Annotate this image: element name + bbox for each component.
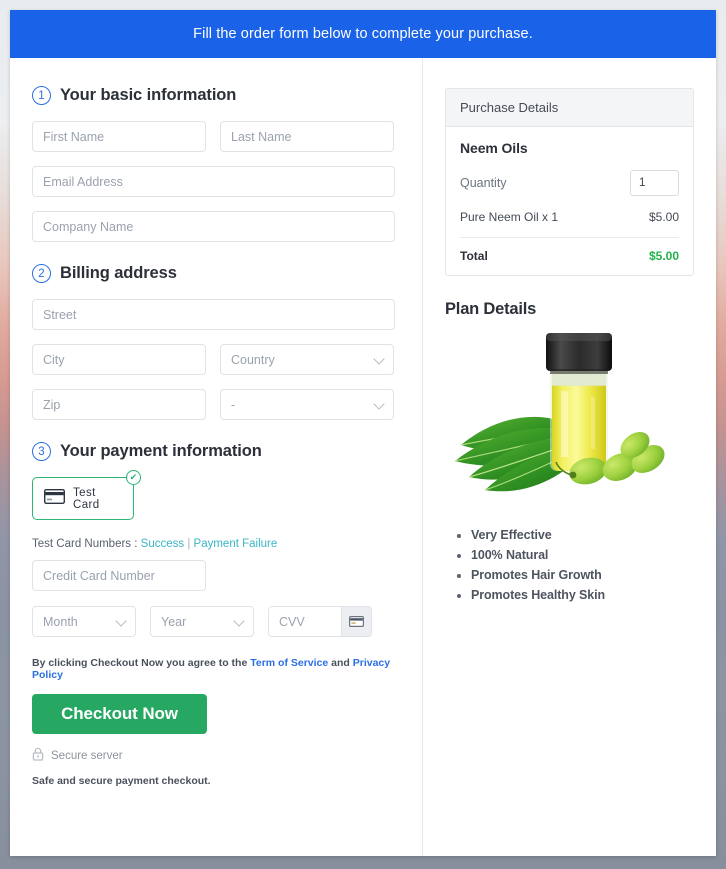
city-country-row	[32, 344, 400, 375]
terms-conjunction: and	[331, 657, 350, 669]
line-item-row: Pure Neem Oil x 1 $5.00	[460, 210, 679, 238]
country-select[interactable]	[220, 344, 394, 375]
product-image	[445, 325, 694, 510]
state-select[interactable]	[220, 389, 394, 420]
section-title-basic-information: Your basic information	[60, 86, 237, 104]
test-card-label: Test Card	[73, 486, 100, 511]
month-select-wrap	[32, 606, 136, 637]
section-header-payment-information: 3 Your payment information	[32, 442, 400, 461]
email-input[interactable]	[32, 166, 395, 197]
purchase-details-panel: Purchase Details Neem Oils Quantity Pure…	[445, 88, 694, 276]
first-name-input[interactable]	[32, 121, 206, 152]
street-row	[32, 299, 400, 330]
purchase-details-body: Neem Oils Quantity Pure Neem Oil x 1 $5.…	[446, 127, 693, 275]
street-input[interactable]	[32, 299, 395, 330]
payment-failure-test-card-link[interactable]: Payment Failure	[194, 538, 278, 550]
product-name: Neem Oils	[460, 140, 528, 156]
list-item: 100% Natural	[471, 548, 694, 562]
test-card-option-wrap: Test Card ✔	[32, 470, 141, 520]
year-select-wrap	[150, 606, 254, 637]
card-back-icon	[341, 607, 371, 636]
company-input[interactable]	[32, 211, 395, 242]
section-header-billing-address: 2 Billing address	[32, 264, 400, 283]
quantity-row: Quantity	[460, 170, 679, 196]
test-card-option[interactable]: Test Card	[32, 477, 134, 520]
company-row	[32, 211, 400, 242]
safe-checkout-note: Safe and secure payment checkout.	[32, 775, 211, 787]
plan-details-title: Plan Details	[445, 300, 537, 318]
top-banner: Fill the order form below to complete yo…	[10, 10, 716, 58]
terms-prefix: By clicking Checkout Now you agree to th…	[32, 657, 248, 669]
total-label: Total	[460, 249, 488, 263]
banner-text: Fill the order form below to complete yo…	[193, 26, 533, 42]
total-row: Total $5.00	[460, 238, 679, 263]
test-card-numbers-label: Test Card Numbers :	[32, 538, 138, 550]
quantity-input[interactable]	[630, 170, 679, 196]
list-item: Very Effective	[471, 528, 694, 542]
section-header-basic-information: 1 Your basic information	[32, 86, 400, 105]
email-row	[32, 166, 400, 197]
plan-features-list: Very Effective 100% Natural Promotes Hai…	[471, 528, 694, 602]
zip-state-row	[32, 389, 400, 420]
credit-card-icon	[43, 488, 66, 509]
checkout-now-button[interactable]: Checkout Now	[32, 694, 207, 734]
step-number-3: 3	[32, 442, 51, 461]
list-item: Promotes Healthy Skin	[471, 588, 694, 602]
cvv-input[interactable]	[269, 607, 341, 636]
step-number-1: 1	[32, 86, 51, 105]
form-column: 1 Your basic information 2 Billing addre…	[10, 58, 423, 856]
test-card-numbers-line: Test Card Numbers : Success | Payment Fa…	[32, 538, 400, 550]
name-row	[32, 121, 400, 152]
checkout-card: Fill the order form below to complete yo…	[10, 10, 716, 856]
lock-icon	[32, 747, 44, 764]
step-number-2: 2	[32, 264, 51, 283]
term-of-service-link[interactable]: Term of Service	[250, 657, 328, 669]
section-title-payment-information: Your payment information	[60, 442, 262, 460]
line-item-label: Pure Neem Oil x 1	[460, 210, 559, 224]
state-select-wrap	[220, 389, 394, 420]
secure-server-note: Secure server	[32, 747, 400, 764]
last-name-input[interactable]	[220, 121, 394, 152]
zip-input[interactable]	[32, 389, 206, 420]
expiry-year-select[interactable]	[150, 606, 254, 637]
country-select-wrap	[220, 344, 394, 375]
quantity-label: Quantity	[460, 176, 507, 190]
success-test-card-link[interactable]: Success	[141, 538, 184, 550]
list-item: Promotes Hair Growth	[471, 568, 694, 582]
section-title-billing-address: Billing address	[60, 264, 177, 282]
terms-agreement-text: By clicking Checkout Now you agree to th…	[32, 657, 400, 681]
expiry-cvv-row	[32, 606, 400, 637]
link-separator: |	[187, 538, 191, 550]
secure-server-label: Secure server	[51, 749, 123, 762]
line-item-amount: $5.00	[648, 210, 679, 224]
credit-card-number-input[interactable]	[32, 560, 206, 591]
purchase-details-header: Purchase Details	[446, 89, 693, 127]
expiry-month-select[interactable]	[32, 606, 136, 637]
checkout-body: 1 Your basic information 2 Billing addre…	[10, 58, 716, 856]
summary-column: Purchase Details Neem Oils Quantity Pure…	[423, 58, 716, 856]
total-amount: $5.00	[648, 249, 679, 263]
cvv-field-group	[268, 606, 372, 637]
check-circle-icon: ✔	[126, 470, 141, 485]
city-input[interactable]	[32, 344, 206, 375]
